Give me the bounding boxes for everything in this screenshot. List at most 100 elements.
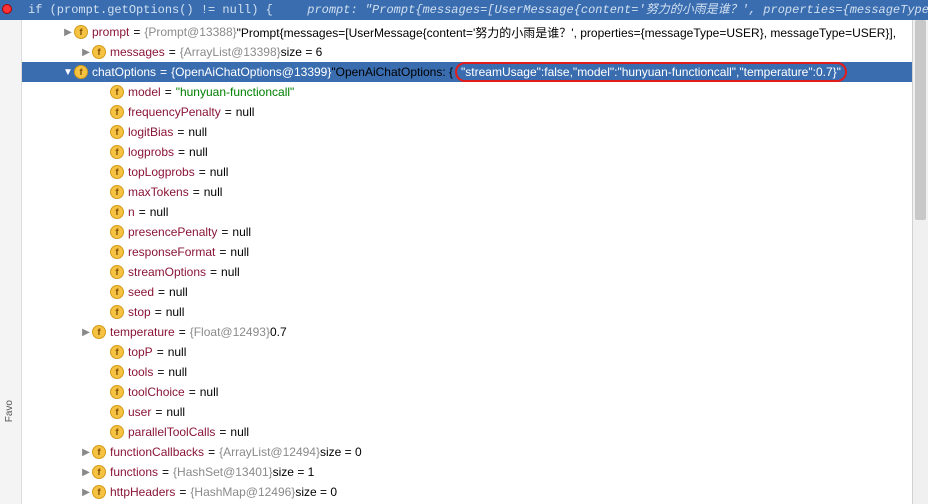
tree-row-logprobs[interactable]: flogprobs = null: [22, 142, 912, 162]
inlay-label: prompt:: [307, 3, 365, 17]
left-strip-label: Favo: [4, 400, 15, 422]
tree-row-tools[interactable]: ftools = null: [22, 362, 912, 382]
field-icon: f: [110, 345, 124, 359]
equals-sign: =: [215, 425, 230, 439]
tree-row-stop[interactable]: fstop = null: [22, 302, 912, 322]
tree-row-messages[interactable]: ▶fmessages = {ArrayList@13398} size = 6: [22, 42, 912, 62]
expand-icon[interactable]: ▶: [80, 47, 92, 58]
expand-icon[interactable]: ▶: [62, 27, 74, 38]
left-gutter: Favo: [0, 20, 22, 504]
field-name: httpHeaders: [110, 485, 175, 499]
field-icon: f: [110, 305, 124, 319]
field-name: chatOptions: [92, 65, 156, 79]
field-icon: f: [110, 125, 124, 139]
field-name: maxTokens: [128, 185, 189, 199]
field-name: topP: [128, 345, 153, 359]
tree-row-logitBias[interactable]: flogitBias = null: [22, 122, 912, 142]
field-icon: f: [110, 425, 124, 439]
tree-row-seed[interactable]: fseed = null: [22, 282, 912, 302]
null-value: null: [230, 245, 249, 259]
value-text: "Prompt{messages=[UserMessage{content='努…: [237, 24, 896, 41]
tree-row-maxTokens[interactable]: f maxTokens = null: [22, 182, 912, 202]
field-name: messages: [110, 45, 165, 59]
tree-row-topP[interactable]: ftopP = null: [22, 342, 912, 362]
field-name: seed: [128, 285, 154, 299]
inlay-value: "Prompt{messages=[UserMessage{content='努…: [365, 3, 928, 17]
field-icon: f: [110, 405, 124, 419]
expand-icon[interactable]: ▶: [80, 487, 92, 498]
equals-sign: =: [158, 465, 173, 479]
tree-row-user[interactable]: fuser = null: [22, 402, 912, 422]
vertical-scrollbar[interactable]: [912, 20, 928, 504]
equals-sign: =: [151, 305, 166, 319]
equals-sign: =: [151, 405, 166, 419]
equals-sign: =: [165, 45, 180, 59]
field-icon: f: [110, 365, 124, 379]
tree-row-toolChoice[interactable]: ftoolChoice = null: [22, 382, 912, 402]
equals-sign: =: [174, 145, 189, 159]
field-icon: f: [110, 85, 124, 99]
size-value: size = 0: [320, 445, 362, 459]
null-value: null: [169, 285, 188, 299]
equals-sign: =: [153, 345, 168, 359]
size-value: size = 1: [273, 465, 315, 479]
object-ref: {Prompt@13388}: [144, 25, 236, 39]
field-name: toolChoice: [128, 385, 185, 399]
field-name: topLogprobs: [128, 165, 195, 179]
field-icon: f: [92, 325, 106, 339]
expand-icon[interactable]: ▶: [80, 327, 92, 338]
tree-row-httpHeaders[interactable]: ▶fhttpHeaders = {HashMap@12496} size = 0: [22, 482, 912, 502]
field-icon: f: [92, 465, 106, 479]
tree-row-functions[interactable]: ▶f functions = {HashSet@13401} size = 1: [22, 462, 912, 482]
equals-sign: =: [129, 25, 144, 39]
field-icon: f: [110, 385, 124, 399]
breakpoint-icon[interactable]: [2, 4, 12, 14]
null-value: null: [188, 125, 207, 139]
field-icon: f: [110, 225, 124, 239]
field-icon: f: [110, 165, 124, 179]
code-text: if (prompt.getOptions() != null) {: [28, 3, 273, 17]
value-text: "OpenAiChatOptions: {: [331, 65, 453, 79]
tree-row-temperature[interactable]: ▶ftemperature = {Float@12493} 0.7: [22, 322, 912, 342]
null-value: null: [204, 185, 223, 199]
scrollbar-thumb[interactable]: [915, 20, 926, 220]
field-name: functions: [110, 465, 158, 479]
object-ref: {HashSet@13401}: [173, 465, 273, 479]
field-name: model: [128, 85, 161, 99]
field-icon: f: [110, 205, 124, 219]
tree-row-prompt[interactable]: ▶fprompt = {Prompt@13388} "Prompt{messag…: [22, 22, 912, 42]
tree-row-streamOptions[interactable]: fstreamOptions = null: [22, 262, 912, 282]
field-name: logitBias: [128, 125, 173, 139]
equals-sign: =: [206, 265, 221, 279]
field-icon: f: [110, 245, 124, 259]
field-name: temperature: [110, 325, 175, 339]
object-ref: {ArrayList@12494}: [219, 445, 320, 459]
collapse-icon[interactable]: ▼: [62, 67, 74, 78]
equals-sign: =: [153, 365, 168, 379]
equals-sign: =: [189, 185, 204, 199]
equals-sign: =: [204, 445, 219, 459]
equals-sign: =: [195, 165, 210, 179]
equals-sign: =: [185, 385, 200, 399]
tree-row-functionCallbacks[interactable]: ▶ffunctionCallbacks = {ArrayList@12494} …: [22, 442, 912, 462]
variables-tree[interactable]: ▶fprompt = {Prompt@13388} "Prompt{messag…: [22, 20, 912, 502]
object-ref: {HashMap@12496}: [190, 485, 295, 499]
tree-row-n[interactable]: fn = null: [22, 202, 912, 222]
null-value: null: [232, 225, 251, 239]
tree-row-presencePenalty[interactable]: fpresencePenalty = null: [22, 222, 912, 242]
tree-row-parallelToolCalls[interactable]: fparallelToolCalls = null: [22, 422, 912, 442]
tree-row-topLogprobs[interactable]: ftopLogprobs = null: [22, 162, 912, 182]
equals-sign: =: [154, 285, 169, 299]
tree-row-frequencyPenalty[interactable]: ffrequencyPenalty = null: [22, 102, 912, 122]
expand-icon[interactable]: ▶: [80, 467, 92, 478]
tree-row-responseFormat[interactable]: fresponseFormat = null: [22, 242, 912, 262]
size-value: size = 6: [281, 45, 323, 59]
field-icon: f: [110, 185, 124, 199]
tree-row-model[interactable]: fmodel = "hunyuan-functioncall": [22, 82, 912, 102]
null-value: null: [150, 205, 169, 219]
field-icon: f: [74, 25, 88, 39]
object-ref: {Float@12493}: [190, 325, 270, 339]
expand-icon[interactable]: ▶: [80, 447, 92, 458]
tree-row-chatOptions[interactable]: ▼fchatOptions = {OpenAiChatOptions@13399…: [22, 62, 912, 82]
equals-sign: =: [135, 205, 150, 219]
